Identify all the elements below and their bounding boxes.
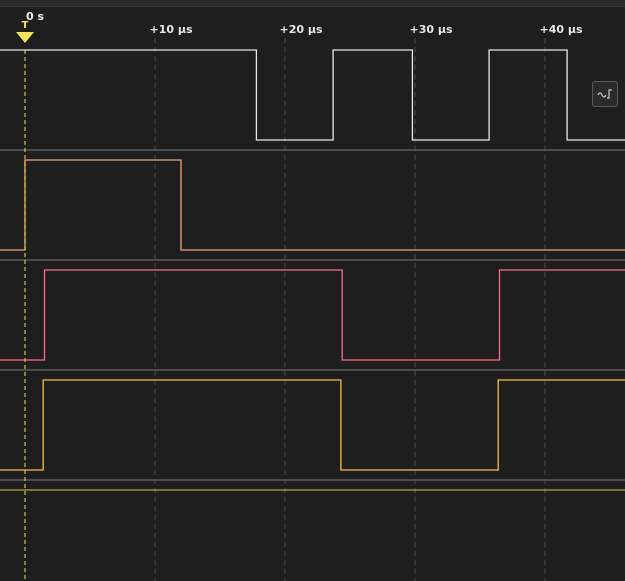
- channel-separators: [0, 149, 625, 481]
- waveform-area[interactable]: [0, 0, 625, 581]
- edge-trigger-icon: [597, 89, 612, 99]
- time-gridlines: [154, 38, 546, 581]
- trigger-triangle-icon: [16, 32, 34, 43]
- edge-trigger-button[interactable]: [592, 81, 618, 107]
- channel-4-trace: [0, 379, 625, 471]
- channel-3-trace: [0, 269, 625, 361]
- trigger-letter: T: [21, 20, 29, 31]
- channel-1-trace: [0, 49, 625, 141]
- logic-analyzer-view[interactable]: 0 s +10 µs +20 µs +30 µs +40 µs T: [0, 0, 625, 581]
- trigger-marker[interactable]: T: [16, 20, 34, 46]
- channel-2-trace: [0, 159, 625, 251]
